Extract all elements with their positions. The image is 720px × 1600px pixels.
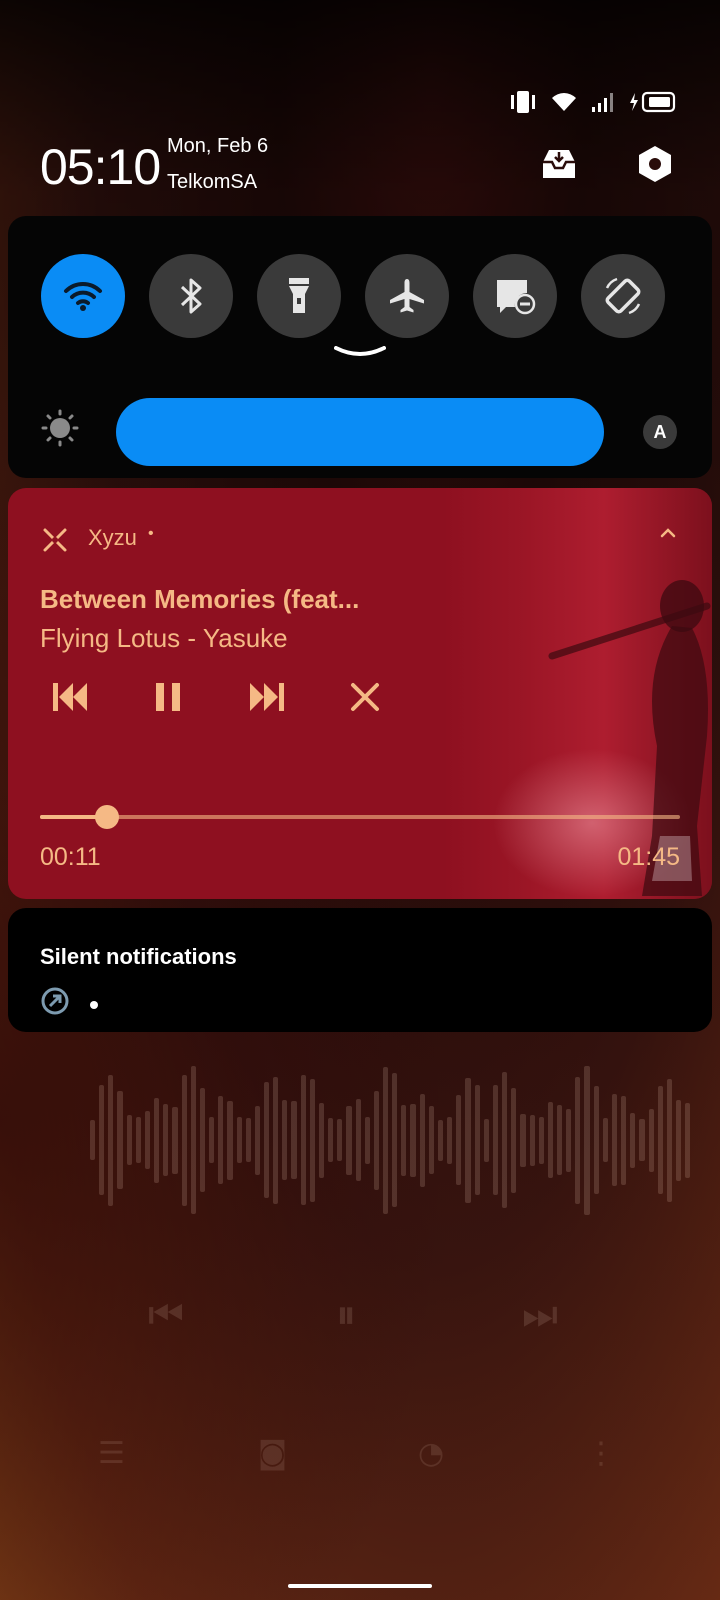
seek-bar-thumb[interactable] xyxy=(95,805,120,829)
wifi-icon xyxy=(552,93,576,111)
settings-button[interactable] xyxy=(632,141,678,187)
background-queue-icon: ☰ xyxy=(98,1436,125,1471)
collapse-chevron-icon[interactable] xyxy=(660,526,676,538)
background-more-icon: ⋮ xyxy=(586,1436,616,1471)
next-button[interactable] xyxy=(239,669,295,725)
quick-settings-panel: A xyxy=(8,216,712,478)
background-previous-icon: ⏮ xyxy=(148,1292,184,1338)
wifi-tile[interactable] xyxy=(41,254,125,338)
settings-icon xyxy=(639,146,671,182)
flashlight-tile[interactable] xyxy=(257,254,341,338)
clock[interactable]: 05:10 xyxy=(40,138,161,196)
album-art xyxy=(442,488,712,899)
stop-button[interactable] xyxy=(337,669,393,725)
dnd-icon xyxy=(497,280,536,315)
album-art-figure xyxy=(548,580,711,896)
do-not-disturb-tile[interactable] xyxy=(473,254,557,338)
bluetooth-tile[interactable] xyxy=(149,254,233,338)
notification-inbox-button[interactable] xyxy=(536,141,582,187)
app-name: Xyzu xyxy=(88,525,137,550)
track-title: Between Memories (feat... xyxy=(40,584,360,614)
pause-icon xyxy=(156,683,180,711)
more-notifications-dot xyxy=(90,1001,98,1009)
background-pause-icon: ⏸ xyxy=(336,1292,356,1338)
close-icon xyxy=(351,683,379,711)
date[interactable]: Mon, Feb 6 xyxy=(167,135,268,158)
airplane-icon xyxy=(390,279,424,313)
background-next-icon: ⏭ xyxy=(522,1292,558,1338)
bluetooth-icon xyxy=(180,278,202,314)
wifi-icon xyxy=(64,281,102,311)
pause-button[interactable] xyxy=(140,669,196,725)
signal-icon xyxy=(592,93,613,112)
home-indicator[interactable] xyxy=(288,1584,432,1588)
total-time: 01:45 xyxy=(617,843,680,871)
track-artist: Flying Lotus - Yasuke xyxy=(40,623,288,653)
seek-bar[interactable] xyxy=(40,805,680,829)
notification-inbox-icon xyxy=(543,150,575,178)
skip-next-icon xyxy=(250,683,284,711)
silent-notifications-card[interactable]: Silent notifications xyxy=(8,908,712,1032)
rotate-icon xyxy=(605,277,641,315)
elapsed-time: 00:11 xyxy=(40,843,101,871)
auto-rotate-tile[interactable] xyxy=(581,254,665,338)
silent-notifications-title: Silent notifications xyxy=(40,944,237,969)
brightness-slider[interactable] xyxy=(116,398,604,466)
brightness-icon xyxy=(41,409,79,447)
auto-brightness-button[interactable]: A xyxy=(643,415,677,449)
vibrate-icon xyxy=(511,91,535,113)
background-play-icon: ◔ xyxy=(418,1436,445,1471)
status-bar xyxy=(508,89,678,115)
carrier-name: TelkomSA xyxy=(167,171,258,193)
battery-charging-icon xyxy=(630,91,676,113)
previous-button[interactable] xyxy=(42,669,98,725)
media-notification[interactable]: Xyzu • Between Memories (feat... Flying … xyxy=(8,488,712,899)
airplane-mode-tile[interactable] xyxy=(365,254,449,338)
app-separator: • xyxy=(148,525,154,542)
flashlight-icon xyxy=(289,278,309,313)
xyzu-app-icon xyxy=(43,528,67,552)
skip-previous-icon xyxy=(53,683,87,711)
app-notification-icon[interactable] xyxy=(40,986,70,1016)
background-waveform xyxy=(90,1055,691,1225)
expand-handle-icon[interactable] xyxy=(334,346,386,358)
background-camera-icon: ◙ xyxy=(258,1436,288,1471)
